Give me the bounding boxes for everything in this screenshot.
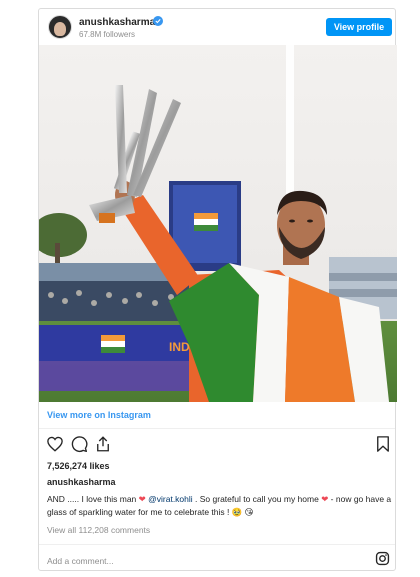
caption-author[interactable]: anushkasharma [47, 477, 116, 487]
mention-link[interactable]: @virat.kohli [146, 494, 193, 504]
followers-count: 67.8M followers [79, 30, 136, 39]
caption-part: AND ..... I love this man [47, 494, 139, 504]
instagram-embed-card: anushkasharma 67.8M followers View profi… [38, 8, 397, 571]
caption-part: . So grateful to call you my home [192, 494, 322, 504]
heart-icon[interactable] [46, 435, 64, 453]
comment-icon[interactable] [70, 435, 88, 453]
view-more-link[interactable]: View more on Instagram [47, 410, 151, 420]
red-heart-emoji: ❤ [138, 494, 146, 504]
avatar[interactable] [48, 15, 72, 39]
caption-text: AND ..... I love this man ❤ @virat.kohli… [47, 493, 393, 519]
post-photo-image: INDIA [39, 45, 397, 402]
divider [39, 428, 395, 429]
post-header: anushkasharma 67.8M followers View profi… [39, 9, 395, 45]
add-comment-field[interactable]: Add a comment... [47, 556, 114, 566]
share-icon[interactable] [94, 435, 112, 453]
bookmark-icon[interactable] [374, 435, 392, 453]
divider [39, 544, 395, 545]
post-photo[interactable]: INDIA [39, 45, 397, 402]
verified-badge-icon [153, 16, 163, 26]
action-bar [39, 435, 395, 457]
likes-count[interactable]: 7,526,274 likes [47, 461, 110, 471]
view-comments-link[interactable]: View all 112,208 comments [47, 525, 150, 535]
instagram-icon[interactable] [375, 551, 390, 566]
caption-emoji: 🥹 😘 [231, 507, 254, 517]
view-profile-button[interactable]: View profile [326, 18, 392, 36]
username[interactable]: anushkasharma [79, 17, 155, 28]
